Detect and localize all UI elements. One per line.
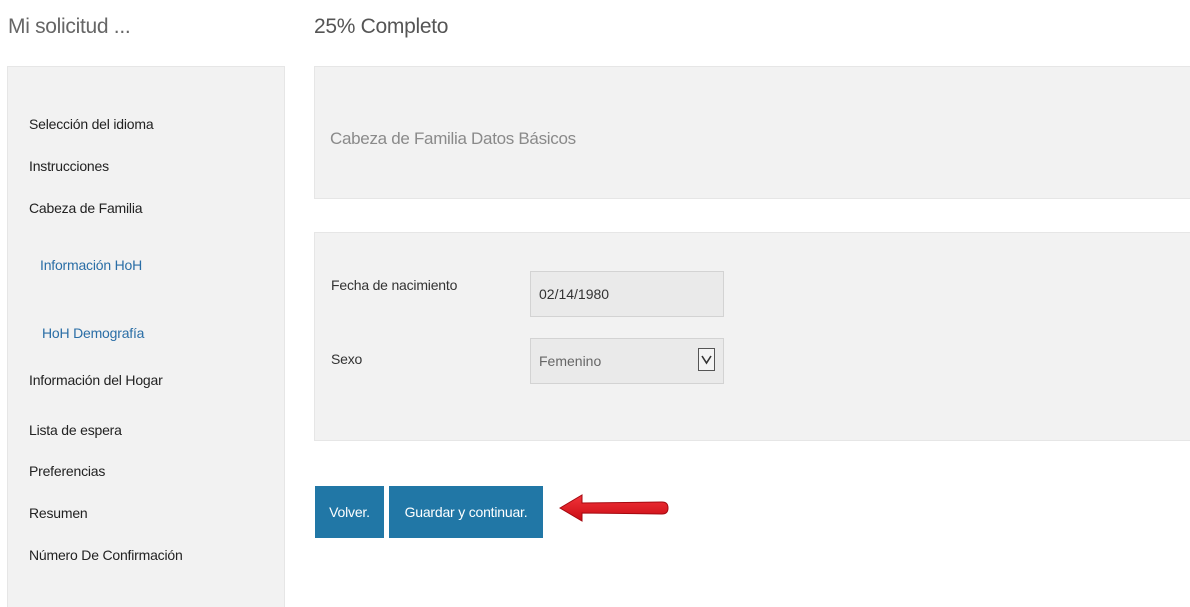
dob-input[interactable] <box>530 271 724 317</box>
sidebar-item-head-of-family[interactable]: Cabeza de Familia <box>29 200 143 216</box>
dob-label: Fecha de nacimiento <box>331 277 458 293</box>
sidebar-item-household-info[interactable]: Información del Hogar <box>29 372 163 388</box>
sex-label: Sexo <box>331 351 363 367</box>
chevron-down-icon[interactable] <box>698 348 715 371</box>
sex-select[interactable]: Femenino <box>530 338 724 384</box>
sex-select-value: Femenino <box>539 353 602 369</box>
sidebar-nav: Selección del idioma Instrucciones Cabez… <box>7 66 285 607</box>
app-title: Mi solicitud ... <box>8 15 131 38</box>
sidebar-item-waitlist[interactable]: Lista de espera <box>29 422 122 438</box>
sidebar-item-preferences[interactable]: Preferencias <box>29 463 105 479</box>
page: Mi solicitud ... 25% Completo Selección … <box>0 0 1190 607</box>
save-continue-button[interactable]: Guardar y continuar. <box>389 486 543 538</box>
sidebar-item-hoh-demographics[interactable]: HoH Demografía <box>42 325 144 341</box>
sidebar-item-confirmation[interactable]: Número De Confirmación <box>29 547 183 563</box>
sidebar-item-instructions[interactable]: Instrucciones <box>29 158 109 174</box>
arrow-left-icon <box>559 494 669 522</box>
progress-indicator: 25% Completo <box>314 15 449 38</box>
section-title: Cabeza de Familia Datos Básicos <box>330 129 576 148</box>
sidebar-item-hoh-info[interactable]: Información HoH <box>40 257 142 273</box>
basic-data-form: Fecha de nacimiento Sexo Femenino <box>314 232 1190 441</box>
back-button[interactable]: Volver. <box>315 486 384 538</box>
sidebar-item-language[interactable]: Selección del idioma <box>29 116 154 132</box>
section-header-panel: Cabeza de Familia Datos Básicos <box>314 66 1190 199</box>
sidebar-item-summary[interactable]: Resumen <box>29 505 88 521</box>
